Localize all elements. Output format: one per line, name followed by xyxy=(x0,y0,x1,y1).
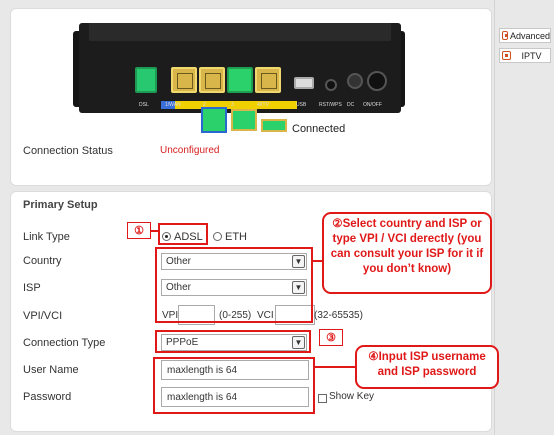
credentials-highlight xyxy=(153,357,315,414)
dsl-indicator-icon xyxy=(201,107,227,133)
iptv-icon xyxy=(502,51,511,60)
port-label-rst: RST/WPS xyxy=(319,102,342,108)
lan2-port-icon xyxy=(199,67,225,93)
status-card: DSL 1/WAN 2 3 4/ITV USB RST/WPS DC ON/OF… xyxy=(10,8,492,186)
reset-button-icon xyxy=(325,79,337,91)
router-top-shade xyxy=(89,23,391,41)
advanced-button[interactable]: Advanced xyxy=(499,28,551,43)
username-label: User Name xyxy=(23,364,79,376)
country-isp-highlight xyxy=(155,247,313,323)
right-sidebar: Advanced IPTV xyxy=(494,0,554,435)
connected-text: Connected xyxy=(292,123,346,135)
router-back-panel-image: DSL 1/WAN 2 3 4/ITV USB RST/WPS DC ON/OF… xyxy=(73,23,405,113)
connection-indicator xyxy=(201,107,301,135)
advanced-icon xyxy=(502,31,508,40)
connection-status-label: Connection Status xyxy=(23,145,113,157)
port-label-dsl: DSL xyxy=(139,102,149,108)
port-label-onoff: ON/OFF xyxy=(363,102,382,108)
isp-label: ISP xyxy=(23,282,41,294)
iptv-label: IPTV xyxy=(521,50,542,61)
eth-label: ETH xyxy=(225,231,247,243)
lan3-port-icon xyxy=(227,67,253,93)
eth-radio[interactable] xyxy=(213,232,222,241)
iptv-button[interactable]: IPTV xyxy=(499,48,551,63)
vpivci-label: VPI/VCI xyxy=(23,310,63,322)
step-1-marker: ① xyxy=(127,222,151,239)
vci-range: (32-65535) xyxy=(314,310,363,321)
step-2-note: ②Select country and ISP or type VPI / VC… xyxy=(322,212,492,294)
country-label: Country xyxy=(23,255,62,267)
step-1-connector xyxy=(151,230,158,232)
port-label-wan: 1/WAN xyxy=(165,102,181,108)
usb-port-icon xyxy=(294,77,314,89)
link-type-label: Link Type xyxy=(23,231,70,243)
step-3-marker: ③ xyxy=(319,329,343,346)
dsl-port-icon xyxy=(135,67,157,93)
connection-type-label: Connection Type xyxy=(23,337,106,349)
connection-status-value: Unconfigured xyxy=(160,145,220,156)
show-key-label: Show Key xyxy=(329,391,375,402)
dc-jack-icon xyxy=(347,73,363,89)
power-switch-icon xyxy=(367,71,387,91)
step-4-connector xyxy=(315,366,357,368)
connection-type-highlight xyxy=(155,330,311,353)
wan-port-icon xyxy=(171,67,197,93)
line-indicator-icon xyxy=(261,119,287,132)
step-4-note: ④Input ISP username and ISP password xyxy=(355,345,499,389)
show-key-checkbox[interactable] xyxy=(318,394,327,403)
ethernet-indicator-icon xyxy=(231,109,257,131)
section-title: Primary Setup xyxy=(23,199,98,211)
password-label: Password xyxy=(23,391,72,403)
advanced-label: Advanced xyxy=(509,30,550,41)
itv-port-icon xyxy=(255,67,281,93)
port-label-dc: DC xyxy=(347,102,355,108)
link-type-highlight xyxy=(158,223,208,245)
